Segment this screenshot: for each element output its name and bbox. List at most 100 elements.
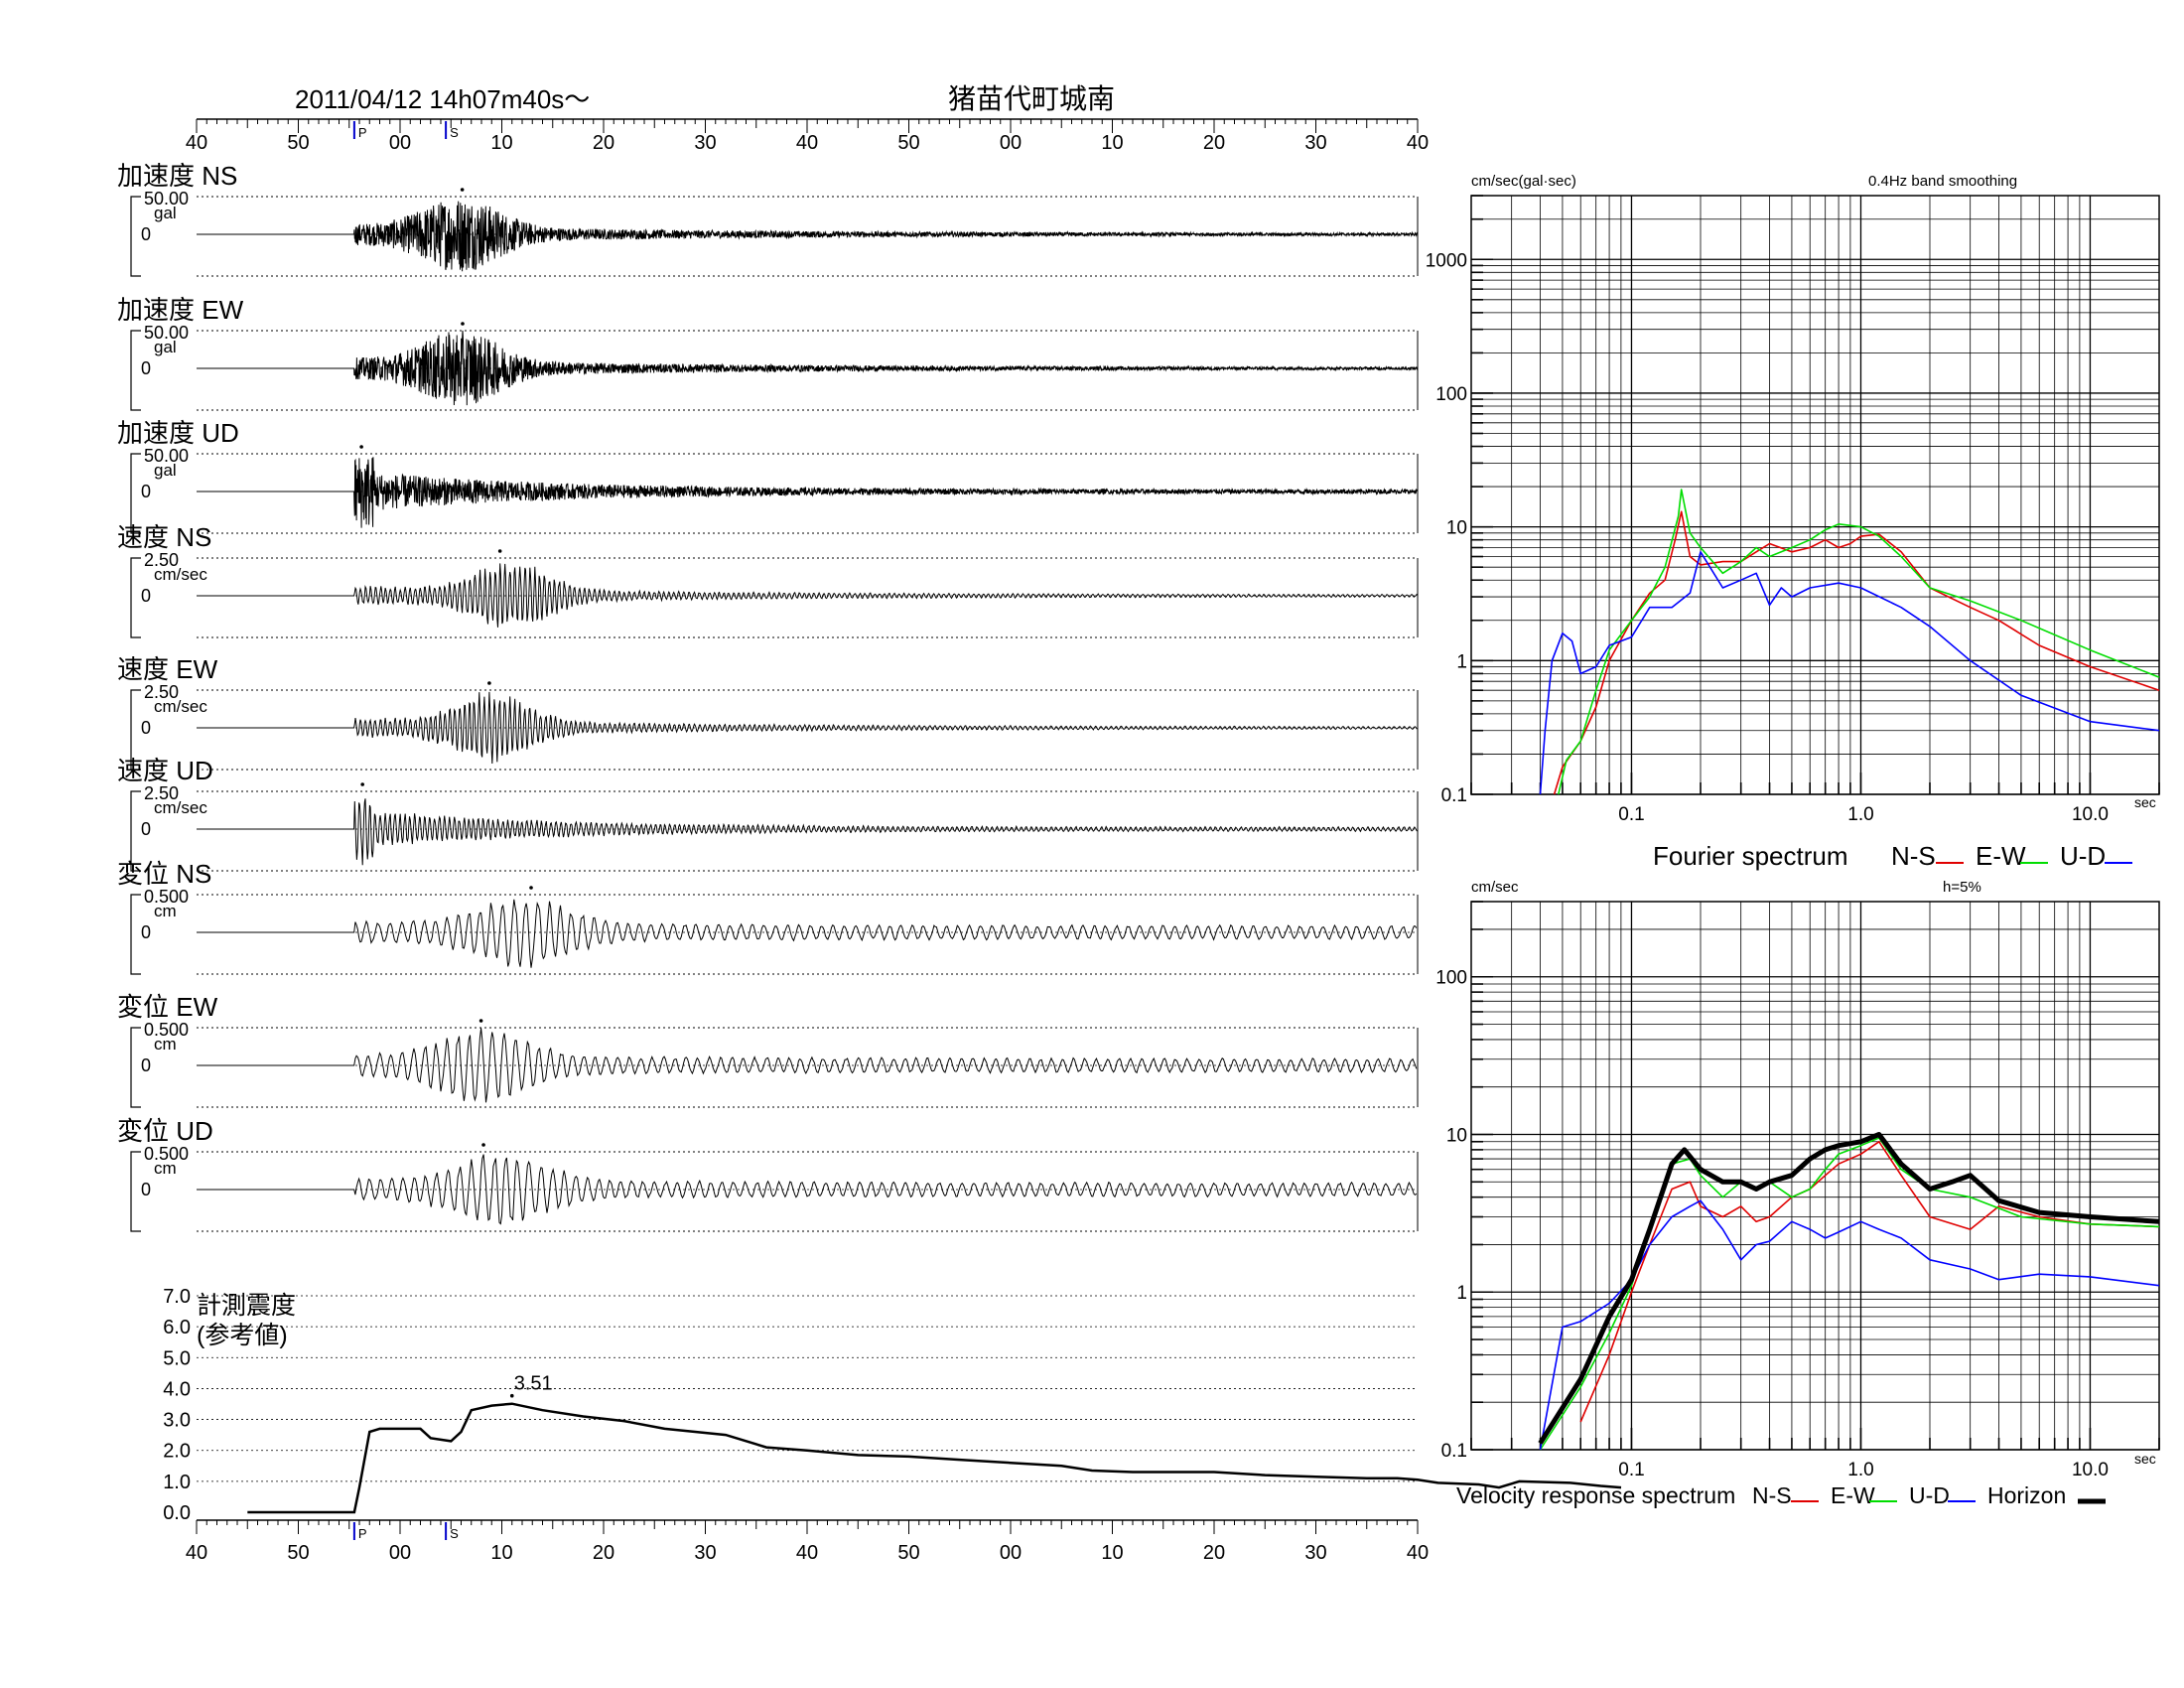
fourier-legend-label: U-D (2060, 841, 2106, 871)
waveform-peak-dot (359, 445, 363, 449)
top-time-tick-label: 10 (1101, 132, 1123, 154)
fourier-y-tick-label: 100 (1435, 384, 1467, 405)
panel-zero: 0 (141, 819, 151, 839)
top-time-tick-label: 00 (389, 132, 411, 154)
panel-bracket (130, 196, 141, 277)
fourier-unit-label: cm/sec(gal·sec) (1471, 173, 1576, 190)
panel-label: 加速度 EW (117, 295, 244, 325)
waveform-trace (197, 563, 1419, 628)
intensity-y-tick: 7.0 (163, 1286, 191, 1308)
fourier-y-tick-label: 1 (1456, 651, 1467, 672)
waveform-trace (197, 457, 1419, 528)
panel-unit: gal (154, 338, 177, 356)
header-datetime: 2011/04/12 14h07m40s〜 (295, 84, 590, 114)
fourier-series-group (1539, 489, 2160, 795)
waveform-panel: 加速度 NS50.00gal0 (117, 161, 1419, 277)
fourier-y-tick-label: 1000 (1426, 250, 1467, 271)
top-time-tick-label: 40 (1407, 132, 1429, 154)
waveform-peak-dot (487, 681, 491, 685)
intensity-peak-label: 3.51 (514, 1373, 553, 1395)
waveform-trace (197, 201, 1419, 272)
bottom-time-tick-label: 40 (796, 1542, 818, 1564)
waveform-peak-dot (529, 886, 533, 890)
intensity-y-tick: 3.0 (163, 1410, 191, 1432)
waveform-panel: 加速度 UD50.00gal0 (117, 418, 1419, 534)
panel-label: 速度 EW (117, 654, 218, 684)
panel-unit: gal (154, 461, 177, 480)
top-time-p-marker-label: P (358, 125, 367, 140)
waveform-panel: 変位 UD0.500cm0 (117, 1116, 1419, 1232)
response-title: Velocity response spectrum (1456, 1482, 1735, 1508)
waveform-peak-dot (360, 782, 364, 786)
intensity-line (247, 1402, 1622, 1514)
panel-unit: cm/sec (154, 798, 207, 817)
top-time-tick-label: 00 (1000, 132, 1022, 154)
bottom-time-tick-label: 30 (694, 1542, 716, 1564)
fourier-title: Fourier spectrum (1653, 841, 1848, 871)
fourier-series-n-s (1553, 510, 2160, 795)
waveform-panel: 変位 NS0.500cm0 (117, 859, 1419, 975)
waveform-trace (197, 1028, 1418, 1103)
bottom-time-tick-label: 40 (1407, 1542, 1429, 1564)
time-axis-bottom: 40 50 00 10 20 30 40 50 00 10 20 30 40 P S (186, 1519, 1429, 1564)
response-legend-label: E-W (1831, 1482, 1875, 1508)
response-series-u-d (1539, 1199, 2160, 1451)
fourier-legend: Fourier spectrum N-S E-W U-D (1653, 841, 2132, 871)
panel-bracket (130, 557, 141, 638)
response-x-tick-label: 10.0 (2072, 1460, 2109, 1480)
waveform-trace (197, 899, 1418, 968)
top-time-tick-label: 40 (796, 132, 818, 154)
fourier-x-tick-label: 1.0 (1847, 804, 1873, 825)
fourier-series-u-d (1539, 551, 2160, 795)
panel-zero: 0 (141, 586, 151, 606)
panel-zero: 0 (141, 358, 151, 378)
panel-zero: 0 (141, 1055, 151, 1075)
fourier-x-tick-label: 0.1 (1618, 804, 1644, 825)
response-legend-label: U-D (1909, 1482, 1950, 1508)
top-time-tick-label: 50 (287, 132, 309, 154)
top-time-tick-label: 20 (593, 132, 614, 154)
response-y-tick-label: 100 (1435, 968, 1467, 989)
top-time-tick-label: 20 (1203, 132, 1225, 154)
waveform-peak-dot (478, 1019, 483, 1023)
response-legend: Velocity response spectrum N-S E-W U-D Hori… (1456, 1482, 2106, 1508)
panel-unit: cm (154, 1035, 177, 1054)
response-x-tick-label: 1.0 (1847, 1460, 1873, 1480)
waveform-panel: 加速度 EW50.00gal0 (117, 295, 1419, 411)
fourier-series-e-w (1558, 489, 2160, 795)
response-x-unit: sec (2134, 1451, 2156, 1467)
waveform-trace (197, 798, 1418, 866)
panel-label: 速度 UD (117, 756, 213, 785)
waveform-panels: 加速度 NS50.00gal0 加速度 EW50.00gal0加速度 UD50.0… (117, 161, 1419, 1232)
top-time-s-marker-label: S (450, 125, 459, 140)
waveform-panel: 速度 EW2.50cm/sec0 (117, 654, 1419, 771)
panel-zero: 0 (141, 922, 151, 942)
panel-unit: cm/sec (154, 697, 207, 716)
top-time-tick-label: 50 (897, 132, 919, 154)
panel-zero: 0 (141, 224, 151, 244)
intensity-y-tick: 6.0 (163, 1317, 191, 1338)
bottom-time-tick-label: 10 (490, 1542, 512, 1564)
fourier-y-tick-label: 10 (1446, 518, 1467, 539)
intensity-label-line2: (参考値) (197, 1322, 288, 1349)
panel-label: 変位 NS (117, 859, 211, 889)
top-time-tick-label: 10 (490, 132, 512, 154)
fourier-legend-label: E-W (1976, 841, 2026, 871)
panel-unit: cm (154, 1159, 177, 1178)
fourier-y-tick-label: 0.1 (1441, 785, 1467, 806)
fourier-spectrum-chart: cm/sec(gal·sec) 0.4Hz band smoothing sec… (1426, 173, 2160, 825)
response-y-tick-label: 10 (1446, 1125, 1467, 1146)
panel-bracket (130, 330, 141, 411)
waveform-peak-dot (497, 549, 502, 553)
panel-unit: cm/sec (154, 565, 207, 584)
waveform-peak-dot (460, 188, 465, 192)
panel-bracket (130, 1027, 141, 1108)
response-spectrum-chart: cm/sec h=5% sec 100 10 1 0.1 0.1 1.0 10.0 (1435, 879, 2160, 1480)
intensity-y-tick: 2.0 (163, 1441, 191, 1463)
bottom-time-tick-label: 00 (389, 1542, 411, 1564)
bottom-time-tick-label: 50 (287, 1542, 309, 1564)
bottom-time-tick-label: 20 (593, 1542, 614, 1564)
bottom-time-p-marker-label: P (358, 1526, 367, 1541)
top-time-tick-label: 30 (694, 132, 716, 154)
response-y-tick-label: 0.1 (1441, 1441, 1467, 1462)
